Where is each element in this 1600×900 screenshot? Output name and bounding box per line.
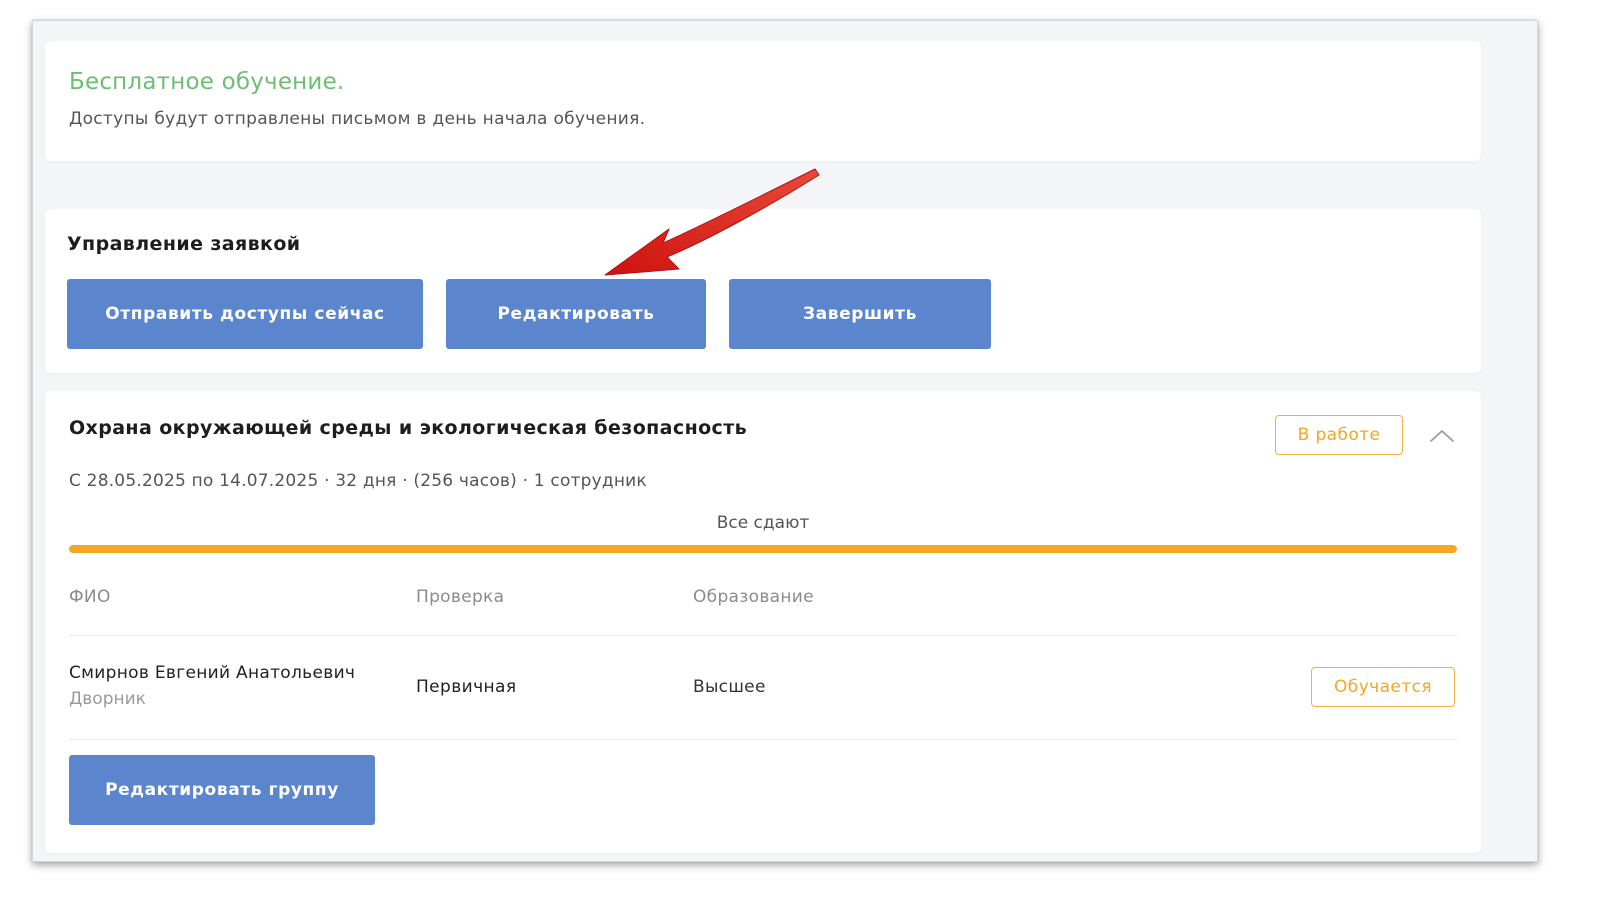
request-management-panel: Управление заявкой Отправить доступы сей… [45,209,1481,373]
finish-button[interactable]: Завершить [729,279,991,349]
edit-group-button[interactable]: Редактировать группу [69,755,375,825]
employee-check: Первичная [416,677,517,697]
notice-title: Бесплатное обучение. [69,69,345,95]
panel-title: Управление заявкой [67,233,301,255]
course-card: Охрана окружающей среды и экологическая … [45,391,1481,853]
employee-education: Высшее [693,677,766,697]
notice-subtitle: Доступы будут отправлены письмом в день … [69,109,646,129]
divider [69,635,1457,636]
edit-button[interactable]: Редактировать [446,279,706,349]
progress-label: Все сдают [716,513,810,533]
divider [69,739,1457,740]
employee-role: Дворник [69,689,146,709]
column-header-name: ФИО [69,587,111,607]
course-title: Охрана окружающей среды и экологическая … [69,417,748,439]
chevron-up-icon[interactable] [1427,421,1457,451]
app-window: Бесплатное обучение. Доступы будут отпра… [32,20,1538,862]
column-header-check: Проверка [416,587,505,607]
status-badge: В работе [1275,415,1403,455]
column-header-education: Образование [693,587,814,607]
free-training-notice: Бесплатное обучение. Доступы будут отпра… [45,41,1481,161]
progress-bar [69,545,1457,553]
progress-fill [69,545,1457,553]
employee-name: Смирнов Евгений Анатольевич [69,663,356,683]
employee-status-badge: Обучается [1311,667,1455,707]
course-meta: С 28.05.2025 по 14.07.2025 · 32 дня · (2… [69,471,647,491]
send-access-button[interactable]: Отправить доступы сейчас [67,279,423,349]
